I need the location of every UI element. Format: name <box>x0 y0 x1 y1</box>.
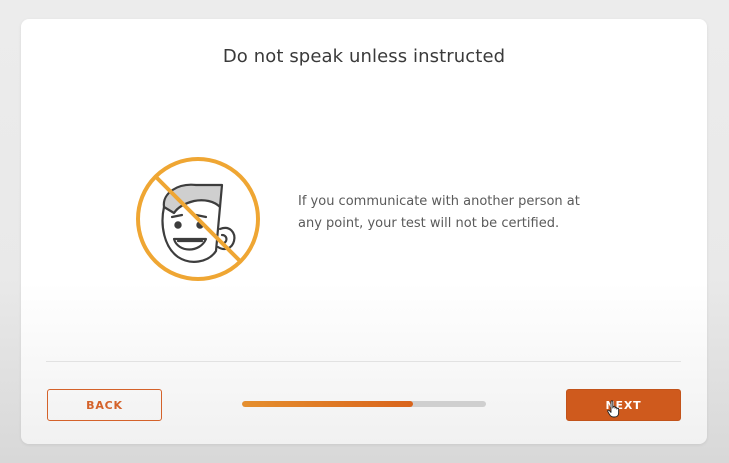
progress-bar <box>242 401 486 407</box>
next-button[interactable]: NEXT <box>566 389 681 421</box>
message-line: If you communicate with another person a… <box>298 194 580 209</box>
footer-divider <box>46 361 681 362</box>
progress-fill <box>242 401 413 407</box>
message-line: any point, your test will not be certifi… <box>298 216 560 231</box>
back-button[interactable]: BACK <box>47 389 162 421</box>
page-title: Do not speak unless instructed <box>222 46 506 67</box>
instruction-card: Do not speak unless instructed If you co… <box>21 19 707 444</box>
instruction-message: If you communicate with another person a… <box>298 191 588 235</box>
no-speaking-face-icon <box>134 155 262 283</box>
